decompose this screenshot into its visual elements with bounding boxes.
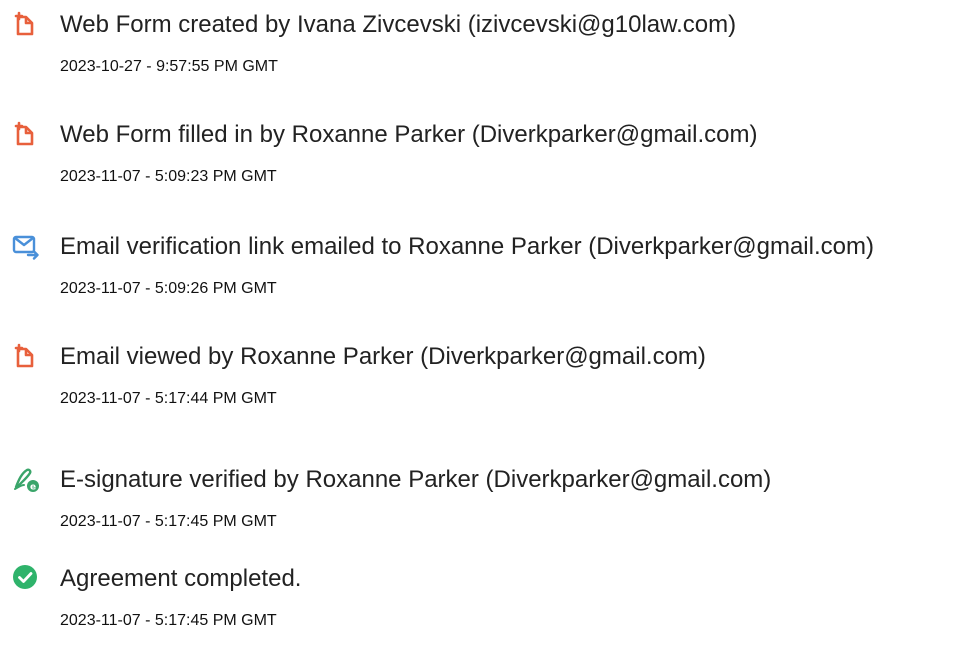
event-timestamp: 2023-11-07 - 5:17:45 PM GMT <box>60 612 277 629</box>
event-title: Web Form filled in by Roxanne Parker (Di… <box>60 121 758 148</box>
event-title: Email viewed by Roxanne Parker (Diverkpa… <box>60 343 706 370</box>
svg-text:e: e <box>30 483 36 493</box>
event-timestamp: 2023-11-07 - 5:17:44 PM GMT <box>60 390 277 407</box>
event-title: Web Form created by Ivana Zivcevski (izi… <box>60 11 737 38</box>
event-item: e E-signature verified by Roxanne Parker… <box>12 465 962 545</box>
esignature-verified-icon: e <box>12 465 40 493</box>
document-icon <box>12 120 40 148</box>
checkmark-circle-icon <box>12 564 40 592</box>
event-title: Email verification link emailed to Roxan… <box>60 233 874 260</box>
event-item: Email verification link emailed to Roxan… <box>12 232 962 312</box>
event-timestamp: 2023-10-27 - 9:57:55 PM GMT <box>60 58 278 75</box>
email-send-icon <box>12 232 40 260</box>
event-title: Agreement completed. <box>60 565 302 592</box>
document-icon <box>12 342 40 370</box>
document-icon <box>12 10 40 38</box>
event-timestamp: 2023-11-07 - 5:09:26 PM GMT <box>60 280 277 297</box>
audit-event-list: Web Form created by Ivana Zivcevski (izi… <box>0 0 966 652</box>
event-item: Agreement completed. 2023-11-07 - 5:17:4… <box>12 564 962 644</box>
event-timestamp: 2023-11-07 - 5:17:45 PM GMT <box>60 513 277 530</box>
event-item: Email viewed by Roxanne Parker (Diverkpa… <box>12 342 962 422</box>
event-title: E-signature verified by Roxanne Parker (… <box>60 466 772 493</box>
event-item: Web Form created by Ivana Zivcevski (izi… <box>12 10 962 90</box>
event-item: Web Form filled in by Roxanne Parker (Di… <box>12 120 962 200</box>
event-timestamp: 2023-11-07 - 5:09:23 PM GMT <box>60 168 277 185</box>
